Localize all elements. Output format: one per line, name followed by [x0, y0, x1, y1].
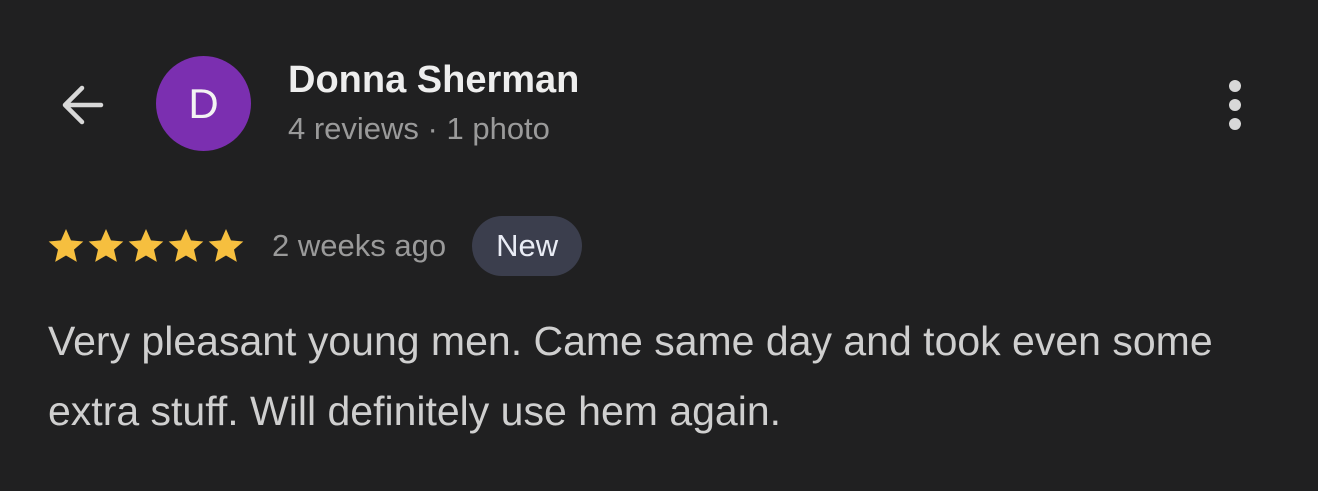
arrow-left-icon: [55, 77, 111, 133]
star-icon: [88, 229, 124, 262]
star-icon: [168, 229, 204, 262]
review-time: 2 weeks ago: [272, 228, 447, 263]
more-options-button[interactable]: [1205, 72, 1265, 138]
star-rating: [46, 226, 246, 266]
reviewer-name[interactable]: Donna Sherman: [288, 58, 579, 102]
review-text: Very pleasant young men. Came same day a…: [48, 318, 1213, 434]
avatar[interactable]: D: [156, 56, 251, 151]
star-icon: [48, 229, 84, 262]
star-icon: [208, 229, 244, 262]
new-badge: New: [472, 216, 583, 276]
reviewer-meta: 4 reviews · 1 photo: [288, 111, 550, 146]
rating-row: 2 weeks ago New: [46, 216, 583, 276]
star-icon: [128, 229, 164, 262]
more-vert-icon: [1225, 78, 1245, 132]
avatar-initial: D: [188, 79, 219, 127]
back-button[interactable]: [50, 72, 116, 138]
